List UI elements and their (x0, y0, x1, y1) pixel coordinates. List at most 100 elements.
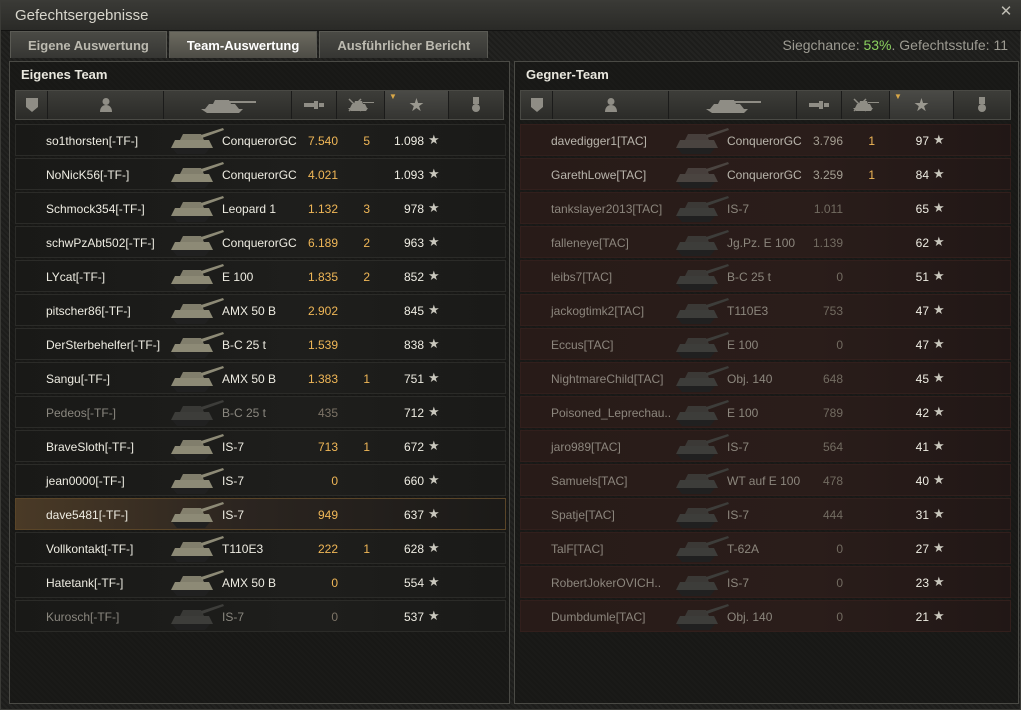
title-bar[interactable]: Gefechtsergebnisse ✕ (1, 1, 1021, 31)
star-icon: ★ (933, 404, 945, 419)
tank-icon (171, 536, 224, 562)
player-row[interactable]: pitscher86[-TF-] AMX 50 B 2.902 845 ★ (15, 294, 506, 326)
player-row[interactable]: tankslayer2013[TAC] IS-7 1.011 65 ★ (520, 192, 1011, 224)
sort-tank-column[interactable] (164, 91, 292, 119)
tank-name: Obj. 140 (727, 372, 773, 386)
player-icon (604, 98, 617, 112)
player-row[interactable]: Samuels[TAC] WT auf E 100 478 40 ★ (520, 464, 1011, 496)
player-row[interactable]: jaro989[TAC] IS-7 564 41 ★ (520, 430, 1011, 462)
sort-xp-column[interactable]: ▼ ★ (890, 91, 954, 119)
sort-rank-column[interactable] (16, 91, 48, 119)
damage-value: 1.011 (813, 202, 843, 216)
tank-icon (171, 366, 224, 392)
sort-player-column[interactable] (48, 91, 164, 119)
sort-kills-column[interactable] (842, 91, 890, 119)
damage-value: 222 (317, 542, 338, 556)
player-row[interactable]: dave5481[-TF-] IS-7 949 637 ★ (15, 498, 506, 530)
tank-name: ConquerorGC (222, 236, 297, 250)
kills-value: 2 (363, 270, 370, 284)
star-icon: ★ (428, 132, 440, 147)
player-row[interactable]: Kurosch[-TF-] IS-7 0 537 ★ (15, 600, 506, 632)
player-name: Hatetank[-TF-] (46, 576, 124, 590)
kills-value: 1 (363, 542, 370, 556)
damage-value: 3.796 (812, 134, 843, 148)
player-row[interactable]: schwPzAbt502[-TF-] ConquerorGC 6.189 2 963 ★ (15, 226, 506, 258)
player-row[interactable]: jackogtimk2[TAC] T110E3 753 47 ★ (520, 294, 1011, 326)
player-name: falleneye[TAC] (551, 236, 629, 250)
player-row[interactable]: Schmock354[-TF-] Leopard 1 1.132 3 978 ★ (15, 192, 506, 224)
player-row[interactable]: Spatje[TAC] IS-7 444 31 ★ (520, 498, 1011, 530)
sort-damage-column[interactable] (292, 91, 337, 119)
sort-tank-column[interactable] (669, 91, 797, 119)
player-row[interactable]: davedigger1[TAC] ConquerorGC 3.796 1 97 ★ (520, 124, 1011, 156)
sort-rank-column[interactable] (521, 91, 553, 119)
player-row[interactable]: Pedeos[-TF-] B-C 25 t 435 712 ★ (15, 396, 506, 428)
sort-player-column[interactable] (553, 91, 669, 119)
xp-value: 84 (915, 168, 929, 182)
star-icon: ★ (933, 132, 945, 147)
sort-xp-column[interactable]: ▼ ★ (385, 91, 449, 119)
player-name: Spatje[TAC] (551, 508, 615, 522)
battle-tier-label: . Gefechtsstufe: 11 (891, 37, 1008, 53)
player-row[interactable]: LYcat[-TF-] E 100 1.835 2 852 ★ (15, 260, 506, 292)
tank-icon (676, 434, 729, 460)
star-icon: ★ (913, 94, 930, 115)
xp-value: 751 (403, 372, 424, 386)
tank-name: IS-7 (727, 576, 750, 590)
damage-value: 7.540 (307, 134, 338, 148)
player-row[interactable]: Dumbdumle[TAC] Obj. 140 0 21 ★ (520, 600, 1011, 632)
player-row[interactable]: NightmareChild[TAC] Obj. 140 648 45 ★ (520, 362, 1011, 394)
star-icon: ★ (408, 94, 425, 115)
player-row[interactable]: jean0000[-TF-] IS-7 0 660 ★ (15, 464, 506, 496)
player-row[interactable]: DerSterbehelfer[-TF-] B-C 25 t 1.539 838 ★ (15, 328, 506, 360)
damage-value: 1.835 (307, 270, 338, 284)
medal-icon (472, 97, 480, 112)
xp-value: 42 (915, 406, 929, 420)
damage-value: 1.539 (307, 338, 338, 352)
sort-medal-column[interactable] (449, 91, 503, 119)
win-chance-label: Siegchance: (782, 37, 860, 53)
tank-icon (676, 604, 729, 630)
star-icon: ★ (933, 438, 945, 453)
player-icon (99, 98, 112, 112)
enemy-team-list: davedigger1[TAC] ConquerorGC 3.796 1 97 ★ Gare… (520, 124, 1011, 634)
tank-name: IS-7 (222, 508, 245, 522)
damage-value: 3.259 (812, 168, 843, 182)
player-row[interactable]: RobertJokerOVICH.. IS-7 0 23 ★ (520, 566, 1011, 598)
player-row[interactable]: leibs7[TAC] B-C 25 t 0 51 ★ (520, 260, 1011, 292)
star-icon: ★ (933, 608, 945, 623)
sort-arrow-icon: ▼ (389, 92, 397, 101)
tank-name: B-C 25 t (222, 338, 267, 352)
tank-icon (171, 264, 224, 290)
tab-own-evaluation[interactable]: Eigene Auswertung (10, 31, 167, 58)
xp-value: 1.098 (393, 134, 424, 148)
player-row[interactable]: BraveSloth[-TF-] IS-7 713 1 672 ★ (15, 430, 506, 462)
tab-team-evaluation[interactable]: Team-Auswertung (168, 31, 318, 58)
star-icon: ★ (428, 472, 440, 487)
damage-value: 949 (317, 508, 338, 522)
player-row[interactable]: so1thorsten[-TF-] ConquerorGC 7.540 5 1.098 ★ (15, 124, 506, 156)
player-row[interactable]: Eccus[TAC] E 100 0 47 ★ (520, 328, 1011, 360)
damage-value: 0 (836, 610, 843, 624)
tank-icon (676, 502, 729, 528)
player-row[interactable]: TalF[TAC] T-62A 0 27 ★ (520, 532, 1011, 564)
sort-kills-column[interactable] (337, 91, 385, 119)
tank-icon (171, 162, 224, 188)
damage-value: 1.132 (307, 202, 338, 216)
tank-icon (171, 400, 224, 426)
player-row[interactable]: NoNicK56[-TF-] ConquerorGC 4.021 1.093 ★ (15, 158, 506, 190)
player-row[interactable]: Hatetank[-TF-] AMX 50 B 0 554 ★ (15, 566, 506, 598)
star-icon: ★ (428, 608, 440, 623)
close-icon[interactable]: ✕ (998, 4, 1014, 20)
player-row[interactable]: Poisoned_Leprechau.. E 100 789 42 ★ (520, 396, 1011, 428)
rank-icon (530, 98, 543, 112)
player-row[interactable]: Sangu[-TF-] AMX 50 B 1.383 1 751 ★ (15, 362, 506, 394)
sort-damage-column[interactable] (797, 91, 842, 119)
damage-value: 4.021 (307, 168, 338, 182)
tank-icon (676, 366, 729, 392)
player-row[interactable]: GarethLowe[TAC] ConquerorGC 3.259 1 84 ★ (520, 158, 1011, 190)
sort-medal-column[interactable] (954, 91, 1010, 119)
tab-detailed-report[interactable]: Ausführlicher Bericht (319, 31, 489, 58)
player-row[interactable]: Vollkontakt[-TF-] T110E3 222 1 628 ★ (15, 532, 506, 564)
player-row[interactable]: falleneye[TAC] Jg.Pz. E 100 1.139 62 ★ (520, 226, 1011, 258)
